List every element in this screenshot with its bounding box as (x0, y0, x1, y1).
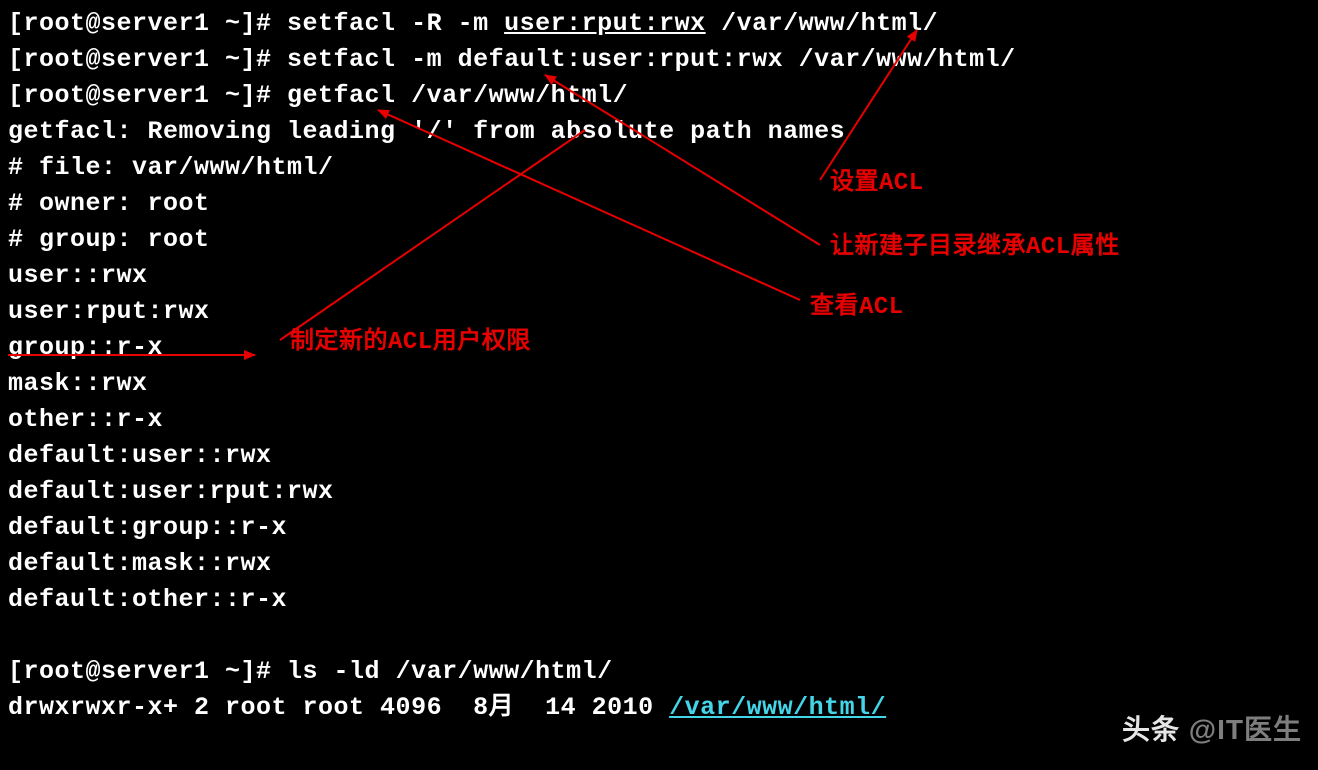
annotation-user-perm: 制定新的ACL用户权限 (290, 325, 531, 361)
output-line: mask::rwx (8, 366, 1318, 402)
output-line: # file: var/www/html/ (8, 150, 1318, 186)
prompt: [root@server1 ~]# (8, 45, 287, 74)
cmd-text: /var/www/html/ (706, 9, 939, 38)
output-line: getfacl: Removing leading '/' from absol… (8, 114, 1318, 150)
prompt: [root@server1 ~]# (8, 657, 287, 686)
command-line-3: [root@server1 ~]# getfacl /var/www/html/ (8, 78, 1318, 114)
ls-output-path: /var/www/html/ (669, 693, 886, 722)
cmd-text: setfacl -R -m (287, 9, 504, 38)
output-line: group::r-x (8, 330, 1318, 366)
output-line: default:other::r-x (8, 582, 1318, 618)
output-line: user::rwx (8, 258, 1318, 294)
command-line-4: [root@server1 ~]# ls -ld /var/www/html/ (8, 654, 1318, 690)
watermark-right: @IT医生 (1180, 714, 1302, 745)
prompt: [root@server1 ~]# (8, 9, 287, 38)
watermark: 头条 @IT医生 (1122, 712, 1302, 748)
terminal-window[interactable]: [root@server1 ~]# setfacl -R -m user:rpu… (0, 0, 1318, 770)
ls-output-text: drwxrwxr-x+ 2 root root 4096 8月 14 2010 (8, 693, 669, 722)
output-line: default:user:rput:rwx (8, 474, 1318, 510)
cmd-text-underlined: user:rput:rwx (504, 9, 706, 38)
cmd-text: setfacl -m default:user:rput:rwx /var/ww… (287, 45, 1016, 74)
cmd-text: ls -ld /var/www/html/ (287, 657, 613, 686)
annotation-view-acl: 查看ACL (810, 290, 904, 326)
output-line: default:mask::rwx (8, 546, 1318, 582)
cmd-text: getfacl /var/www/html/ (287, 81, 628, 110)
output-line: user:rput:rwx (8, 294, 1318, 330)
output-line: # group: root (8, 222, 1318, 258)
command-line-2: [root@server1 ~]# setfacl -m default:use… (8, 42, 1318, 78)
blank-line (8, 618, 1318, 654)
annotation-inherit-acl: 让新建子目录继承ACL属性 (830, 230, 1120, 266)
output-line: default:group::r-x (8, 510, 1318, 546)
output-line: other::r-x (8, 402, 1318, 438)
annotation-set-acl: 设置ACL (830, 166, 924, 202)
output-line: # owner: root (8, 186, 1318, 222)
prompt: [root@server1 ~]# (8, 81, 287, 110)
command-line-1: [root@server1 ~]# setfacl -R -m user:rpu… (8, 6, 1318, 42)
output-line: default:user::rwx (8, 438, 1318, 474)
watermark-left: 头条 (1122, 714, 1180, 745)
